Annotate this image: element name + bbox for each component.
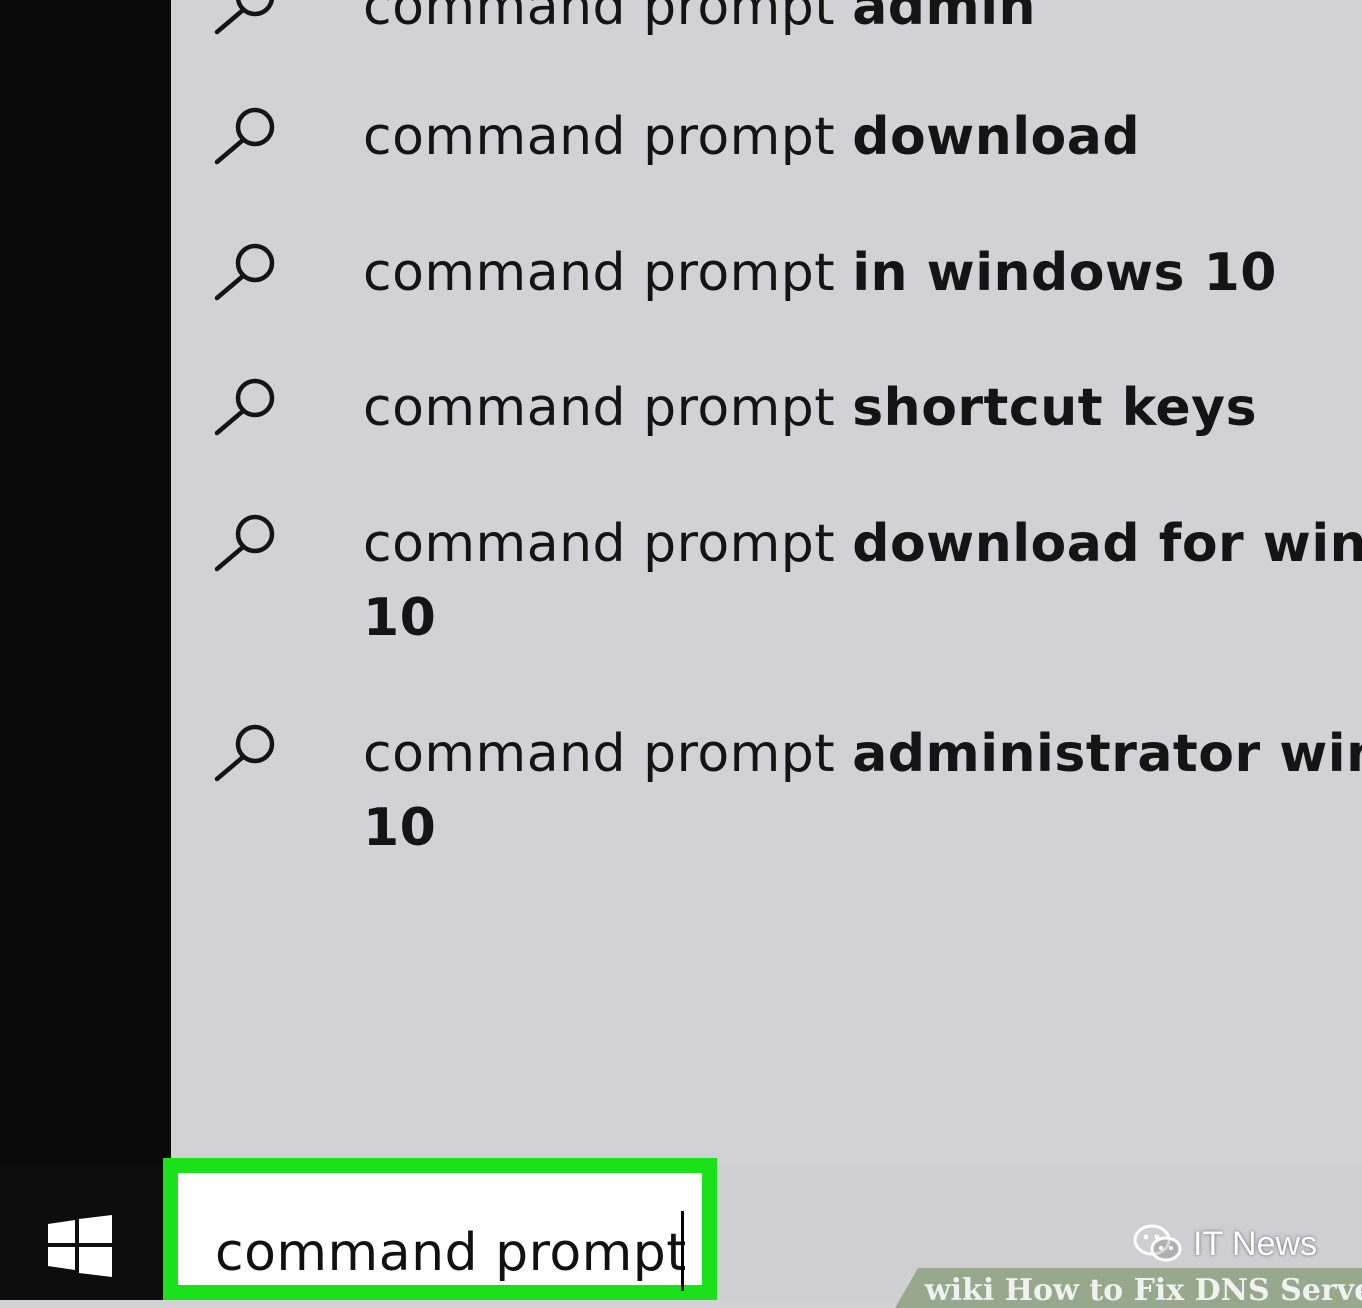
footer-banner: wiki How to Fix DNS Serve [895, 1268, 1362, 1308]
suggestion-text: command prompt shortcut keys [363, 378, 1258, 438]
start-menu-left-rail [0, 0, 171, 1165]
suggestion-text: command prompt admin [363, 0, 1037, 37]
search-suggestions-list: command prompt admin command prompt down… [171, 0, 1362, 1165]
text-caret [681, 1211, 684, 1291]
search-icon [214, 724, 275, 782]
wechat-icon [1133, 1224, 1182, 1262]
search-icon [214, 107, 275, 165]
suggestion-text: command prompt in windows 10 [363, 243, 1277, 303]
suggestion-text: command prompt download [363, 107, 1141, 167]
search-input[interactable] [215, 1213, 685, 1293]
search-icon [214, 0, 275, 35]
windows-logo-icon[interactable] [48, 1215, 112, 1277]
suggestion-text: command prompt administrator windows 10 [363, 724, 1362, 858]
suggestion-text: command prompt download for windows 10 [363, 514, 1362, 648]
footer-banner-text: wiki How to Fix DNS Serve [924, 1273, 1362, 1308]
watermark-label: IT News [1193, 1224, 1318, 1263]
search-icon [214, 243, 275, 301]
search-icon [214, 514, 275, 572]
watermark: IT News [1133, 1222, 1317, 1266]
search-icon [214, 378, 275, 436]
taskbar-search-box[interactable] [163, 1158, 717, 1300]
start-area [0, 1165, 165, 1300]
